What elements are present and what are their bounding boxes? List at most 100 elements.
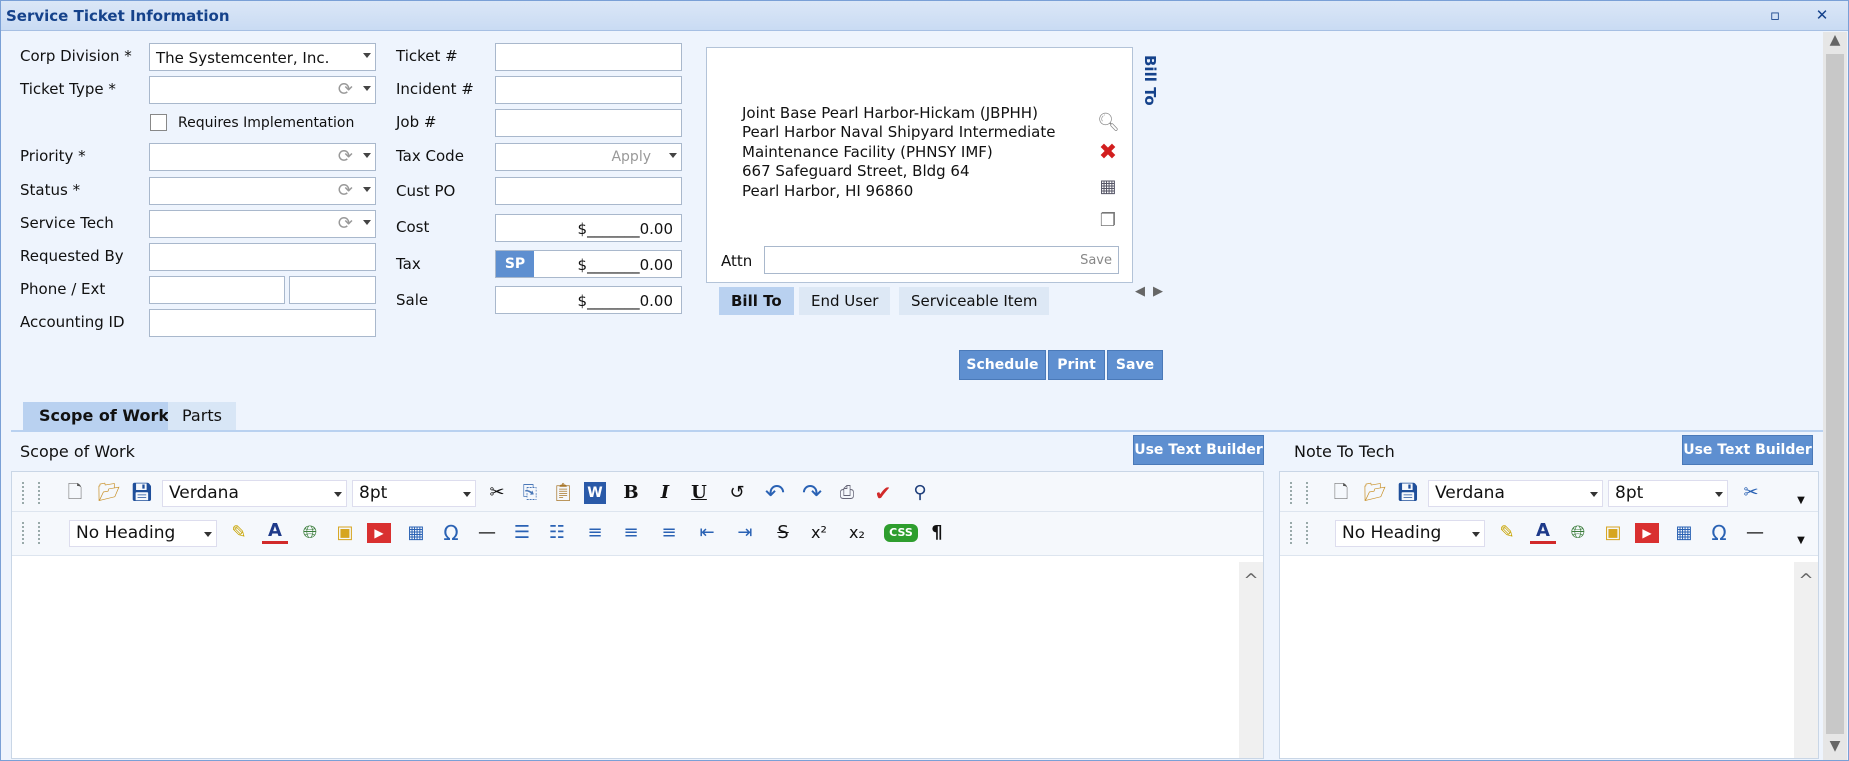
toolbar-overflow-icon[interactable]: ▼	[1788, 488, 1814, 514]
paste-from-word-icon[interactable]: W	[584, 482, 606, 504]
highlight-icon[interactable]: ✎	[226, 520, 252, 546]
reset-icon[interactable]: ↺	[724, 480, 750, 506]
ticket-type-select[interactable]: ⟳	[149, 76, 376, 104]
open-folder-icon[interactable]: 📂︎	[1362, 480, 1388, 506]
tax-input[interactable]: SP $_______0.00	[495, 250, 682, 278]
scope-use-text-builder-button[interactable]: Use Text Builder	[1133, 435, 1264, 465]
service-tech-select[interactable]: ⟳	[149, 210, 376, 238]
building-icon[interactable]: ▦	[1097, 176, 1119, 198]
tab-bill-to[interactable]: Bill To	[719, 287, 794, 315]
undo-icon[interactable]: ↶	[762, 480, 788, 506]
cut-icon[interactable]: ✂	[1738, 480, 1764, 506]
ext-input[interactable]	[289, 276, 376, 304]
refresh-icon[interactable]: ⟳	[338, 146, 353, 167]
window-scrollbar[interactable]: ▲ ▼	[1823, 32, 1847, 760]
highlight-icon[interactable]: ✎	[1494, 520, 1520, 546]
sp-button[interactable]: SP	[496, 251, 534, 277]
schedule-button[interactable]: Schedule	[959, 350, 1046, 380]
refresh-icon[interactable]: ⟳	[338, 213, 353, 234]
print-button[interactable]: Print	[1048, 350, 1105, 380]
scope-editor[interactable]: 🗋 📂︎ 💾︎ Verdana 8pt ✂ ⎘ 📋︎ W B I U ↺ ↶ ↷…	[11, 471, 1264, 759]
copy-icon[interactable]: ⎘	[517, 480, 543, 506]
strikethrough-icon[interactable]: S	[770, 520, 796, 546]
save-disk-icon[interactable]: 💾︎	[129, 480, 155, 506]
open-folder-icon[interactable]: 📂︎	[96, 480, 122, 506]
insert-media-icon[interactable]: ▶	[367, 523, 391, 543]
ticket-number-input[interactable]	[495, 43, 682, 71]
note-scrollbar[interactable]: ^	[1794, 562, 1818, 758]
corp-division-select[interactable]: The Systemcenter, Inc.	[149, 43, 376, 71]
scroll-up-icon[interactable]: ▲	[1824, 32, 1846, 48]
new-document-icon[interactable]: 🗋	[62, 480, 88, 506]
paragraph-marks-icon[interactable]: ¶	[924, 520, 950, 546]
refresh-icon[interactable]: ⟳	[338, 79, 353, 100]
delete-x-icon[interactable]: ✖	[1097, 142, 1119, 164]
underline-icon[interactable]: U	[686, 480, 712, 506]
priority-select[interactable]: ⟳	[149, 143, 376, 171]
incident-number-input[interactable]	[495, 76, 682, 104]
font-color-icon[interactable]: A	[262, 520, 288, 544]
requested-by-input[interactable]	[149, 243, 376, 271]
insert-media-icon[interactable]: ▶	[1635, 523, 1659, 543]
font-family-select[interactable]: Verdana	[1428, 480, 1603, 507]
job-number-input[interactable]	[495, 109, 682, 137]
insert-table-icon[interactable]: ▦	[1671, 520, 1697, 546]
css-icon[interactable]: CSS	[884, 524, 918, 542]
tab-scope-of-work[interactable]: Scope of Work	[23, 402, 185, 430]
tax-code-select[interactable]: Apply	[495, 143, 682, 171]
special-character-icon[interactable]: Ω	[1706, 520, 1732, 546]
scroll-up-icon[interactable]: ^	[1795, 570, 1817, 591]
save-disk-icon[interactable]: 💾︎	[1395, 480, 1421, 506]
tab-scroll-right-icon[interactable]: ▶	[1147, 284, 1169, 299]
scroll-down-icon[interactable]: ▼	[1824, 738, 1846, 754]
insert-image-icon[interactable]: ▣	[332, 520, 358, 546]
requires-implementation-checkbox[interactable]	[150, 114, 167, 131]
accounting-id-input[interactable]	[149, 309, 376, 337]
refresh-icon[interactable]: ⟳	[338, 180, 353, 201]
toolbar-grip[interactable]	[1290, 522, 1308, 544]
numbered-list-icon[interactable]: ☰	[509, 520, 535, 546]
restore-button[interactable]: ▫	[1764, 4, 1786, 26]
print-icon[interactable]: ⎙	[834, 480, 860, 506]
italic-icon[interactable]: I	[652, 480, 678, 506]
subscript-icon[interactable]: x₂	[844, 520, 870, 546]
special-character-icon[interactable]: Ω	[438, 520, 464, 546]
font-size-select[interactable]: 8pt	[1608, 480, 1728, 507]
cost-input[interactable]: $_______0.00	[495, 214, 682, 242]
close-button[interactable]: ✕	[1811, 4, 1833, 26]
bullet-list-icon[interactable]: ☷	[544, 520, 570, 546]
font-color-icon[interactable]: A	[1530, 520, 1556, 544]
new-document-icon[interactable]: 🗋	[1328, 480, 1354, 506]
cut-icon[interactable]: ✂	[484, 480, 510, 506]
align-center-icon[interactable]: ≡	[618, 520, 644, 546]
align-left-icon[interactable]: ≡	[582, 520, 608, 546]
outdent-icon[interactable]: ⇤	[694, 520, 720, 546]
heading-select[interactable]: No Heading	[1335, 520, 1485, 547]
insert-link-icon[interactable]: 🌐︎	[297, 520, 323, 546]
tab-serviceable-item[interactable]: Serviceable Item	[899, 287, 1050, 315]
note-use-text-builder-button[interactable]: Use Text Builder	[1682, 435, 1813, 465]
heading-select[interactable]: No Heading	[69, 520, 217, 547]
insert-table-icon[interactable]: ▦	[403, 520, 429, 546]
sale-input[interactable]: $_______0.00	[495, 286, 682, 314]
cust-po-input[interactable]	[495, 177, 682, 205]
save-button[interactable]: Save	[1107, 350, 1163, 380]
redo-icon[interactable]: ↷	[799, 480, 825, 506]
paste-icon[interactable]: 📋︎	[550, 480, 576, 506]
phone-input[interactable]	[149, 276, 285, 304]
copy-icon[interactable]: ❐	[1097, 210, 1119, 232]
scrollbar-thumb[interactable]	[1826, 54, 1844, 734]
insert-link-icon[interactable]: 🌐︎	[1565, 520, 1591, 546]
bill-to-side-tab[interactable]: Bill To	[1141, 55, 1159, 106]
tab-end-user[interactable]: End User	[799, 287, 891, 315]
toolbar-grip[interactable]	[1290, 482, 1308, 504]
insert-image-icon[interactable]: ▣	[1600, 520, 1626, 546]
note-editor[interactable]: 🗋 📂︎ 💾︎ Verdana 8pt ✂ ▼ No Heading ✎ A 🌐…	[1279, 471, 1819, 759]
toolbar-grip[interactable]	[22, 522, 40, 544]
indent-icon[interactable]: ⇥	[732, 520, 758, 546]
bold-icon[interactable]: B	[618, 480, 644, 506]
find-binoculars-icon[interactable]: ⚲	[907, 480, 933, 506]
font-size-select[interactable]: 8pt	[352, 480, 476, 507]
spellcheck-icon[interactable]: ✔	[870, 480, 896, 506]
align-right-icon[interactable]: ≡	[656, 520, 682, 546]
